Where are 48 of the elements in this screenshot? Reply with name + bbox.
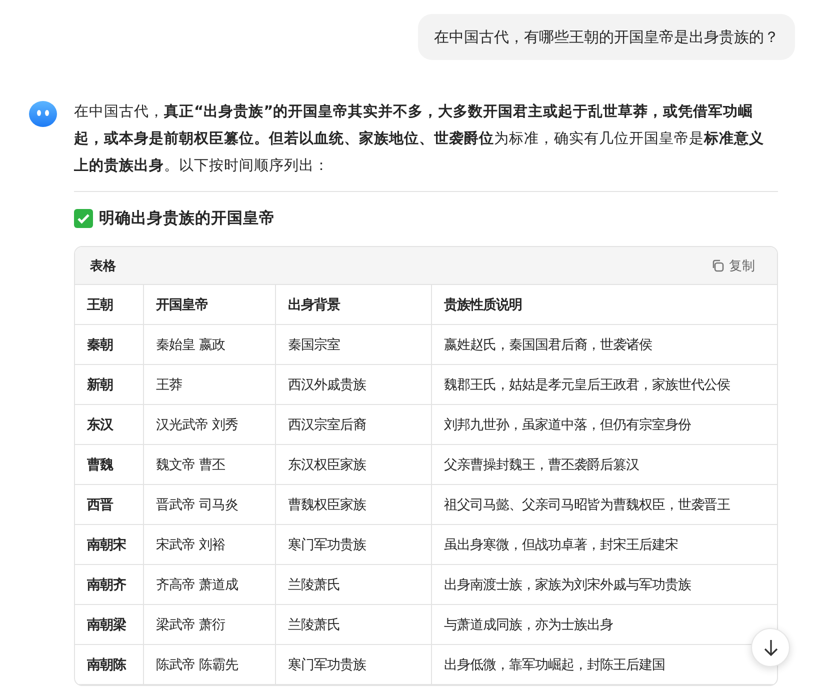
copy-button[interactable]: 复制 <box>711 256 755 274</box>
table-cell: 嬴姓赵氏，秦国国君后裔，世袭诸侯 <box>432 324 777 364</box>
table-cell: 兰陵萧氏 <box>276 564 432 604</box>
column-header: 贵族性质说明 <box>432 285 777 324</box>
table-cell: 齐高帝 萧道成 <box>144 564 276 604</box>
section-heading: 明确出身贵族的开国皇帝 <box>99 208 275 229</box>
table-cell: 魏郡王氏，姑姑是孝元皇后王政君，家族世代公侯 <box>432 364 777 404</box>
table-cell: 出身南渡士族，家族为刘宋外戚与军功贵族 <box>432 564 777 604</box>
table-cell: 南朝梁 <box>75 604 144 644</box>
arrow-down-icon <box>762 638 778 656</box>
table-cell: 秦国宗室 <box>276 324 432 364</box>
answer-paragraph: 在中国古代，真正“出身贵族”的开国皇帝其实并不多，大多数开国君主或起于乱世草莽，或凭借军功崛起，或本身是前朝权臣篡位。但若以血统、家族地位、世袭爵位为标准，确实有几位开国皇帝是标准意义上的贵族出身。以下按时间顺序列出： <box>74 102 765 176</box>
table-cell: 魏文帝 曹丕 <box>144 444 276 484</box>
table-cell: 父亲曹操封魏王，曹丕袭爵后篡汉 <box>432 444 777 484</box>
table-cell: 西汉宗室后裔 <box>276 404 432 444</box>
copy-icon <box>711 259 724 272</box>
table-cell: 西晋 <box>75 484 144 524</box>
column-header: 开国皇帝 <box>144 285 276 324</box>
table-cell: 梁武帝 萧衍 <box>144 604 276 644</box>
column-header: 出身背景 <box>276 285 432 324</box>
table-cell: 南朝齐 <box>75 564 144 604</box>
table-cell: 秦朝 <box>75 324 144 364</box>
table-cell: 刘邦九世孙，虽家道中落，但仍有宗室身份 <box>432 404 777 444</box>
table-cell: 西汉外戚贵族 <box>276 364 432 404</box>
assistant-avatar-icon <box>28 99 58 129</box>
column-header: 王朝 <box>75 285 144 324</box>
table-cell: 寒门军功贵族 <box>276 644 432 684</box>
table-cell: 秦始皇 嬴政 <box>144 324 276 364</box>
table-cell: 东汉权臣家族 <box>276 444 432 484</box>
table-cell: 东汉 <box>75 404 144 444</box>
table-cell: 曹魏权臣家族 <box>276 484 432 524</box>
table-cell: 南朝宋 <box>75 524 144 564</box>
table-cell: 陈武帝 陈霸先 <box>144 644 276 684</box>
table-cell: 寒门军功贵族 <box>276 524 432 564</box>
table-cell: 曹魏 <box>75 444 144 484</box>
table-cell: 新朝 <box>75 364 144 404</box>
table-cell: 汉光武帝 刘秀 <box>144 404 276 444</box>
table-cell: 南朝陈 <box>75 644 144 684</box>
scroll-down-button[interactable] <box>751 628 790 667</box>
table-cell: 晋武帝 司马炎 <box>144 484 276 524</box>
user-message: 在中国古代，有哪些王朝的开国皇帝是出身贵族的？ <box>418 14 795 60</box>
table-cell: 王莽 <box>144 364 276 404</box>
table-cell: 兰陵萧氏 <box>276 604 432 644</box>
table-cell: 祖父司马懿、父亲司马昭皆为曹魏权臣，世袭晋王 <box>432 484 777 524</box>
table-cell: 虽出身寒微，但战功卓著，封宋王后建宋 <box>432 524 777 564</box>
check-icon <box>74 209 93 228</box>
table-label: 表格 <box>90 258 116 274</box>
table-cell: 宋武帝 刘裕 <box>144 524 276 564</box>
